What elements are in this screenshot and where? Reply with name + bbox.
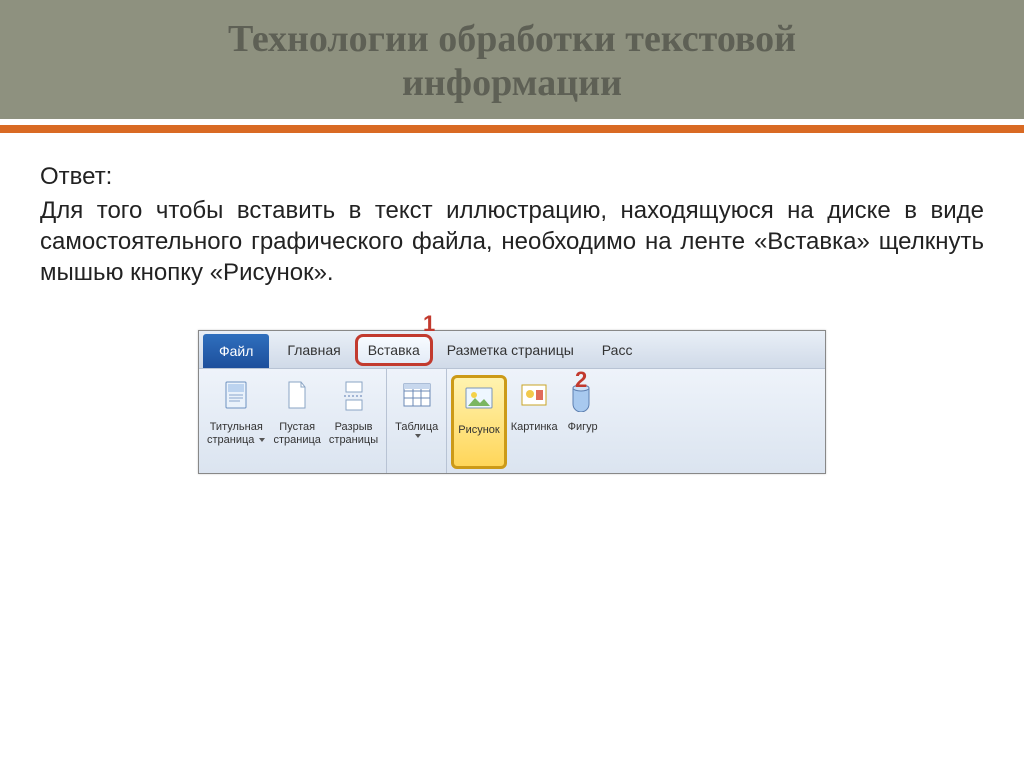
table-button[interactable]: Таблица [391,375,442,467]
page-break-label-2: страницы [329,434,378,447]
dropdown-icon [259,438,265,442]
title-line-1: Технологии обработки текстовой [228,18,796,60]
blank-page-label-2: страница [273,434,320,447]
page-break-button[interactable]: Разрыв страницы [325,375,382,467]
title-line-2: информации [402,62,622,104]
blank-page-label-1: Пустая [279,421,315,434]
ribbon-body: 2 Титульная страница Пустая страница [199,369,825,473]
tab-file[interactable]: Файл [203,334,269,368]
cover-page-icon [219,379,253,413]
slide-header: Технологии обработки текстовой информаци… [0,0,1024,119]
blank-page-button[interactable]: Пустая страница [269,375,324,467]
blank-page-icon [280,379,314,413]
picture-button[interactable]: Рисунок [451,375,507,469]
divider-bar [0,125,1024,133]
slide-content: Ответ: Для того чтобы вставить в текст и… [0,133,1024,474]
callout-2: 2 [575,367,587,393]
table-label: Таблица [395,421,438,434]
cover-page-button[interactable]: Титульная страница [203,375,269,467]
callout-1: 1 [423,311,435,337]
tab-insert[interactable]: Вставка [355,334,433,366]
shapes-label: Фигур [568,421,598,434]
answer-label: Ответ: [40,161,984,192]
clipart-button[interactable]: Картинка [507,375,562,467]
page-break-label-1: Разрыв [335,421,373,434]
dropdown-icon [415,434,421,438]
clipart-icon [517,379,551,413]
picture-icon [462,382,496,416]
clipart-label: Картинка [511,421,558,434]
slide-title: Технологии обработки текстовой информаци… [0,18,1024,105]
tab-home[interactable]: Главная [273,331,354,368]
cover-page-label-2: страница [207,434,254,446]
group-tables: Таблица [387,369,447,473]
table-icon [400,379,434,413]
word-ribbon: 1 Файл Главная Вставка Разметка страницы… [198,330,826,474]
group-pages: Титульная страница Пустая страница Разры… [199,369,387,473]
cover-page-label-1: Титульная [210,421,263,434]
tab-mailings[interactable]: Расс [588,331,647,368]
answer-text: Для того чтобы вставить в текст иллюстра… [40,195,984,289]
tab-page-layout[interactable]: Разметка страницы [433,331,588,368]
picture-label: Рисунок [458,424,500,437]
ribbon-tabs-row: 1 Файл Главная Вставка Разметка страницы… [199,331,825,369]
page-break-icon [337,379,371,413]
